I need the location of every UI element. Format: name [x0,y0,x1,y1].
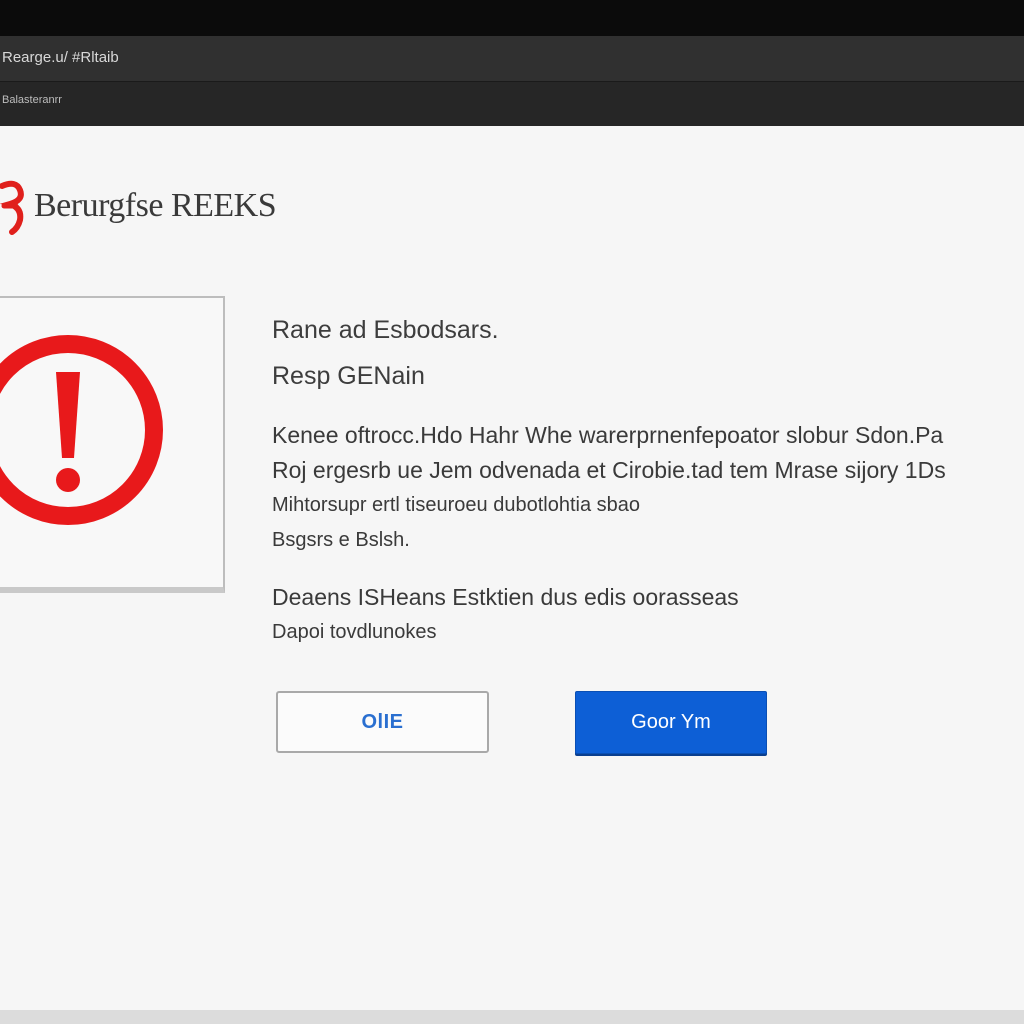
brand-logo-icon [0,180,24,235]
alert-body-line: Kenee oftrocc.Hdo Hahr Whe warerprnenfep… [272,422,944,448]
window-title: Rearge.u/ #Rltaib [2,49,119,66]
alert-message: Rane ad Esbodsars. Resp GENain Kenee oft… [272,312,1022,650]
alert-body: Kenee oftrocc.Hdo Hahr Whe warerprnenfep… [272,418,1022,558]
bottom-bezel [0,1010,1024,1024]
alert-icon-panel [0,296,225,593]
primary-button[interactable]: Goor Ym [575,691,767,754]
brand-name: Berurgfse REEKS [34,187,277,224]
top-bezel [0,0,1024,36]
alert-detail-line: Deaens ISHeans Estktien dus edis oorasse… [272,584,739,610]
exclamation-circle-icon [0,335,163,525]
window-titlebar[interactable]: Rearge.u/ #Rltaib [0,36,1024,82]
alert-detail-line: Dapoi tovdlunokes [272,621,437,643]
alert-details: Deaens ISHeans Estktien dus edis oorasse… [272,580,1022,650]
secondary-button[interactable]: OlIE [276,691,489,753]
alert-heading: Rane ad Esbodsars. [272,316,499,344]
brand-header: Berurgfse REEKS [0,176,277,236]
alert-subheading: Resp GENain [272,362,425,390]
screen: Rearge.u/ #Rltaib Balasteranrr Berurgfse… [0,0,1024,1024]
dialog-content: Berurgfse REEKS Rane ad Esbodsars. Resp … [0,126,1024,1010]
toolbar-label: Balasteranrr [2,94,62,106]
window-toolbar: Balasteranrr [0,82,1024,126]
alert-body-line: Roj ergesrb ue Jem odvenada et Cirobie.t… [272,457,946,483]
alert-body-line: Mihtorsupr ertl tiseuroeu dubotlohtia sb… [272,494,640,516]
alert-body-line: Bsgsrs e Bslsh. [272,529,410,551]
